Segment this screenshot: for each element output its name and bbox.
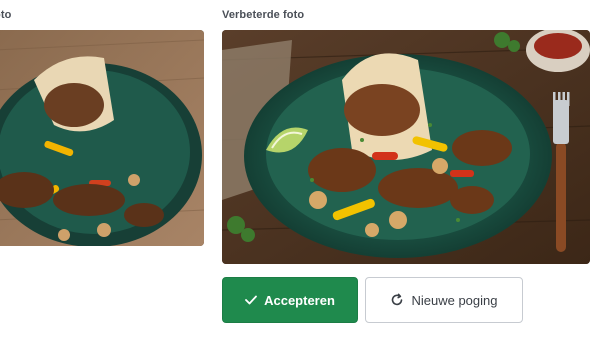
refresh-icon (390, 293, 404, 307)
checkmark-icon (245, 295, 257, 305)
accept-button-label: Accepteren (264, 292, 335, 308)
improved-photo (222, 30, 590, 264)
accept-button[interactable]: Accepteren (222, 277, 358, 323)
original-photo (0, 30, 204, 246)
retry-button-label: Nieuwe poging (411, 292, 498, 308)
original-photo-label: oto (0, 9, 12, 21)
improved-photo-label: Verbeterde foto (222, 9, 305, 21)
retry-button[interactable]: Nieuwe poging (365, 277, 523, 323)
